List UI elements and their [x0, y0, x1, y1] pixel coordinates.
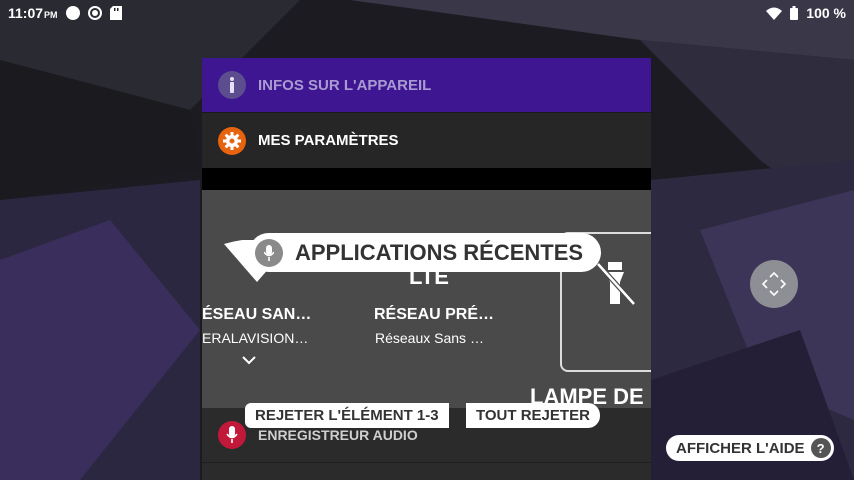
recent-card-settings[interactable]: MES PARAMÈTRES: [202, 112, 651, 168]
wifi-icon: [766, 7, 783, 20]
navigation-joystick-button[interactable]: [750, 260, 798, 308]
circle-icon: [65, 6, 80, 20]
help-icon: ?: [810, 438, 831, 458]
recent-card-next[interactable]: [202, 462, 651, 480]
flashlight-off-icon: [596, 262, 636, 306]
status-ampm: PM: [44, 10, 58, 20]
arrows-icon: [761, 271, 787, 297]
recent-apps-voice-label: APPLICATIONS RÉCENTES: [249, 233, 602, 272]
recent-card-label: ENREGISTREUR AUDIO: [258, 427, 418, 443]
recent-card-quick-settings[interactable]: ÉSEAU SAN… ERALAVISION… LTE RÉSEAU PRÉ… …: [202, 190, 651, 408]
dismiss-item-button[interactable]: REJETER L'ÉLÉMENT 1-3: [245, 403, 449, 428]
sd-card-icon: [109, 6, 122, 20]
status-time: 11:07PM: [8, 5, 58, 21]
show-help-button[interactable]: AFFICHER L'AIDE ?: [666, 435, 834, 461]
chevron-down-icon: [242, 356, 256, 365]
tile-subtitle-mobile: Réseaux Sans …: [375, 330, 484, 346]
radio-icon: [87, 6, 102, 20]
battery-level: 100 %: [806, 5, 846, 21]
recent-card-device-info[interactable]: INFOS SUR L'APPAREIL: [202, 58, 651, 112]
tile-title-wifi: ÉSEAU SAN…: [202, 306, 312, 323]
tile-subtitle-wifi: ERALAVISION…: [202, 330, 309, 346]
show-help-label: AFFICHER L'AIDE: [676, 439, 805, 457]
recent-card-label: MES PARAMÈTRES: [258, 132, 399, 149]
mic-icon: [218, 421, 246, 449]
recent-card-divider: [202, 168, 651, 190]
info-icon: [218, 71, 246, 99]
gear-icon: [218, 126, 246, 155]
status-bar: 11:07PM 100 %: [0, 0, 854, 26]
recent-card-label: INFOS SUR L'APPAREIL: [258, 76, 432, 94]
dismiss-all-button[interactable]: TOUT REJETER: [466, 403, 600, 428]
mic-icon: [255, 238, 283, 267]
tile-title-mobile: RÉSEAU PRÉ…: [374, 306, 495, 323]
recent-apps-title: APPLICATIONS RÉCENTES: [295, 239, 584, 265]
battery-icon: [790, 6, 799, 20]
